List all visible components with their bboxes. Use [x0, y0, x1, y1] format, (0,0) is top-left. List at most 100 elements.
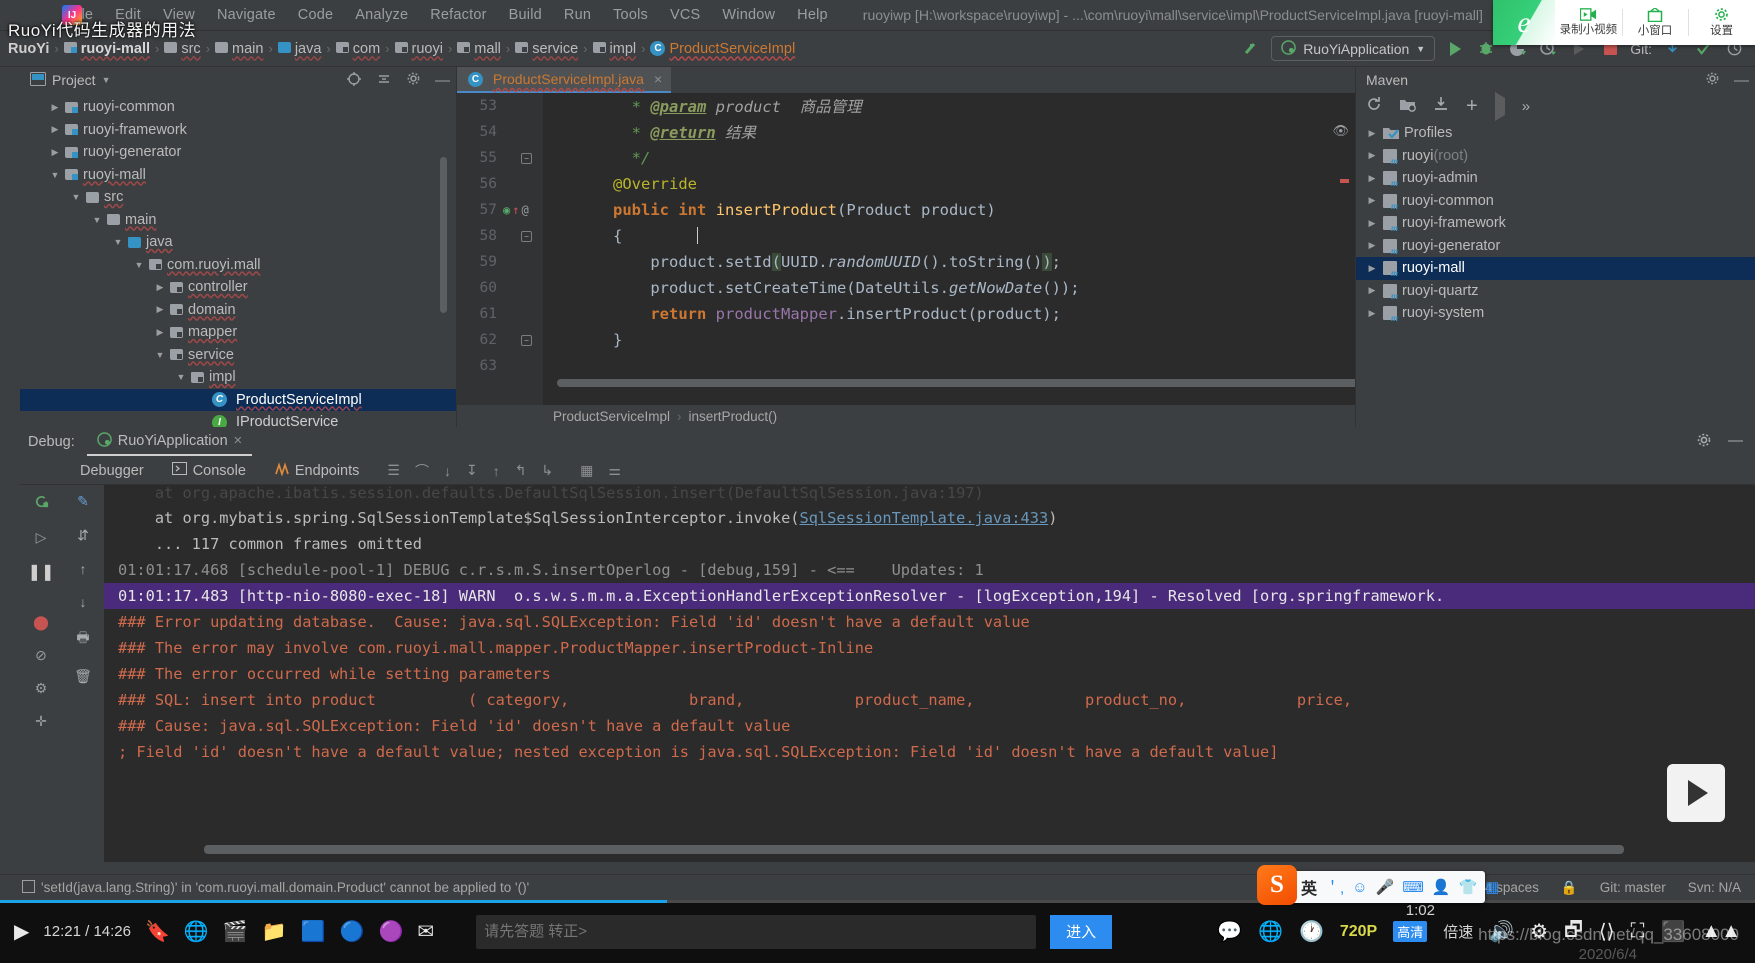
- edit-icon[interactable]: ✎: [77, 493, 89, 510]
- video-progress-bar[interactable]: [0, 900, 1755, 903]
- chevron-down-icon[interactable]: ▼: [173, 372, 189, 382]
- maven-item-ruoyi-generator[interactable]: ▶ ruoyi-generator: [1356, 235, 1755, 258]
- menu-run[interactable]: Run: [553, 4, 602, 26]
- chevron-down-icon[interactable]: ▼: [68, 192, 84, 202]
- error-stripe-marker[interactable]: [1340, 179, 1349, 183]
- quality-hd-badge[interactable]: 高清: [1393, 921, 1428, 942]
- settings-alt-icon[interactable]: ⚌: [608, 462, 621, 479]
- code-line[interactable]: 58 − {: [457, 223, 1355, 249]
- chevron-right-icon[interactable]: ▶: [1364, 285, 1380, 296]
- console-output[interactable]: at org.apache.ibatis.session.defaults.De…: [104, 485, 1755, 862]
- breadcrumb-item-mall[interactable]: mall: [474, 41, 501, 57]
- scroll-to-end-icon[interactable]: ↑: [80, 561, 87, 577]
- tree-item-java[interactable]: ▼ java: [20, 231, 456, 254]
- console-line[interactable]: 01:01:17.468 [schedule-pool-1] DEBUG c.r…: [104, 557, 1755, 583]
- chevron-down-icon[interactable]: ▼: [131, 260, 147, 270]
- console-line[interactable]: at org.mybatis.spring.SqlSessionTemplate…: [104, 505, 1755, 531]
- tree-item-main[interactable]: ▼ main: [20, 209, 456, 232]
- step-out-icon[interactable]: ↑: [493, 463, 500, 479]
- code-line[interactable]: 53 * @param product 商品管理: [457, 93, 1355, 119]
- tree-item-productserviceimpl[interactable]: C ProductServiceImpl: [20, 388, 456, 411]
- menu-window[interactable]: Window: [711, 4, 786, 26]
- menu-code[interactable]: Code: [287, 4, 344, 26]
- console-line[interactable]: ### SQL: insert into product ( category,…: [104, 687, 1755, 713]
- editor-breadcrumb-class[interactable]: ProductServiceImpl: [553, 409, 670, 424]
- settings-icon[interactable]: [1705, 71, 1720, 89]
- chevron-right-icon[interactable]: ▶: [1364, 195, 1380, 206]
- settings-icon[interactable]: [1696, 432, 1712, 452]
- chevron-right-icon[interactable]: ▶: [152, 327, 168, 338]
- play-icon[interactable]: ▶: [14, 919, 29, 944]
- gutter-marker[interactable]: −: [503, 334, 543, 346]
- bookmark-icon[interactable]: 🔖: [145, 919, 170, 944]
- code-lines[interactable]: 53 * @param product 商品管理 54 * @return 结果 5…: [457, 93, 1355, 405]
- tree-item-mapper[interactable]: ▶ mapper: [20, 321, 456, 344]
- code-line[interactable]: 59 product.setId(UUID.randomUUID().toStr…: [457, 249, 1355, 275]
- chevron-down-icon[interactable]: ▼: [102, 75, 111, 85]
- chevron-right-icon[interactable]: ▶: [47, 147, 63, 158]
- clock-icon[interactable]: 🕐: [1299, 919, 1324, 944]
- globe-blue-icon[interactable]: 🌐: [1258, 919, 1283, 944]
- breadcrumb-item-java[interactable]: java: [295, 41, 322, 57]
- search-field[interactable]: [484, 923, 1029, 940]
- gutter-marker[interactable]: −: [503, 230, 543, 242]
- console-line[interactable]: ### Cause: java.sql.SQLException: Field …: [104, 713, 1755, 739]
- console-line[interactable]: 01:01:17.483 [http-nio-8080-exec-18] WAR…: [104, 583, 1755, 609]
- recorder-settings-button[interactable]: 设置: [1688, 0, 1755, 45]
- tree-item-com-ruoyi-mall[interactable]: ▼ com.ruoyi.mall: [20, 254, 456, 277]
- code-line[interactable]: 61 return productMapper.insertProduct(pr…: [457, 301, 1355, 327]
- editor-horizontal-scrollbar[interactable]: [557, 379, 1355, 387]
- code-line[interactable]: 54 * @return 结果: [457, 119, 1355, 145]
- chevron-right-icon[interactable]: ▶: [152, 282, 168, 293]
- menu-build[interactable]: Build: [498, 4, 553, 26]
- print-icon[interactable]: 🖶: [76, 627, 89, 651]
- lock-icon[interactable]: 🔒: [1561, 880, 1578, 896]
- sogou-logo-icon[interactable]: S: [1257, 865, 1297, 905]
- fold-icon[interactable]: −: [521, 152, 532, 164]
- console-line[interactable]: ... 117 common frames omitted: [104, 531, 1755, 557]
- drop-frame-icon[interactable]: ↰: [515, 462, 527, 479]
- tree-item-src[interactable]: ▼ src: [20, 186, 456, 209]
- fold-icon[interactable]: −: [521, 230, 532, 242]
- step-into-icon[interactable]: ↓: [444, 463, 451, 479]
- tree-item-impl[interactable]: ▼ impl: [20, 366, 456, 389]
- gutter-marker[interactable]: −: [503, 152, 543, 164]
- chevron-right-icon[interactable]: ▶: [1364, 128, 1380, 139]
- code-line[interactable]: 62 − }: [457, 327, 1355, 353]
- chevron-right-icon[interactable]: ▶: [1364, 308, 1380, 319]
- annotation-icon[interactable]: @: [521, 203, 528, 217]
- maven-item-ruoyi-framework[interactable]: ▶ ruoyi-framework: [1356, 212, 1755, 235]
- download-sources-icon[interactable]: [1433, 96, 1449, 116]
- skin-icon[interactable]: 👕: [1459, 878, 1478, 896]
- chevron-right-icon[interactable]: ▶: [1364, 218, 1380, 229]
- tree-item-ruoyi-common[interactable]: ▶ ruoyi-common: [20, 96, 456, 119]
- settings-rail-icon[interactable]: ⚙: [35, 680, 48, 697]
- maven-item-profiles[interactable]: ▶ Profiles: [1356, 122, 1755, 145]
- quality-720p-label[interactable]: 720P: [1340, 923, 1377, 941]
- code-editor[interactable]: 53 * @param product 商品管理 54 * @return 结果 5…: [457, 93, 1355, 405]
- minimize-icon[interactable]: —: [1728, 432, 1743, 452]
- tree-item-controller[interactable]: ▶ controller: [20, 276, 456, 299]
- implementing-method-icon[interactable]: ◉: [503, 203, 510, 217]
- menu-tools[interactable]: Tools: [602, 4, 659, 26]
- overriding-method-icon[interactable]: ↑: [512, 203, 519, 217]
- speed-label[interactable]: 倍速: [1443, 921, 1473, 942]
- menu-refactor[interactable]: Refactor: [419, 4, 497, 26]
- breadcrumb-item-ruoyi[interactable]: RuoYi: [8, 41, 49, 57]
- collapse-all-icon[interactable]: [376, 71, 392, 90]
- step-over-icon[interactable]: ⌒: [415, 461, 429, 481]
- search-input[interactable]: [476, 914, 1037, 949]
- chevron-down-icon[interactable]: ▼: [89, 215, 105, 225]
- rerun-debug-icon[interactable]: [33, 493, 50, 513]
- code-line[interactable]: 57 ◉ ↑ @ public int insertProduct(Product p…: [457, 197, 1355, 223]
- chevron-right-icon[interactable]: ▶: [1364, 240, 1380, 251]
- breadcrumb-item-ruoyi-mall[interactable]: ruoyi-mall: [81, 41, 150, 57]
- maven-item-ruoyi[interactable]: ▶ ruoyi (root): [1356, 145, 1755, 168]
- tree-item-ruoyi-generator[interactable]: ▶ ruoyi-generator: [20, 141, 456, 164]
- breadcrumb-item-main[interactable]: main: [232, 41, 263, 57]
- menu-help[interactable]: Help: [786, 4, 839, 26]
- user-icon[interactable]: 👤: [1432, 878, 1451, 896]
- console-horizontal-scrollbar[interactable]: [204, 845, 1624, 854]
- project-scrollbar[interactable]: [440, 157, 447, 313]
- debug-session-tab[interactable]: RuoYiApplication ×: [86, 428, 253, 456]
